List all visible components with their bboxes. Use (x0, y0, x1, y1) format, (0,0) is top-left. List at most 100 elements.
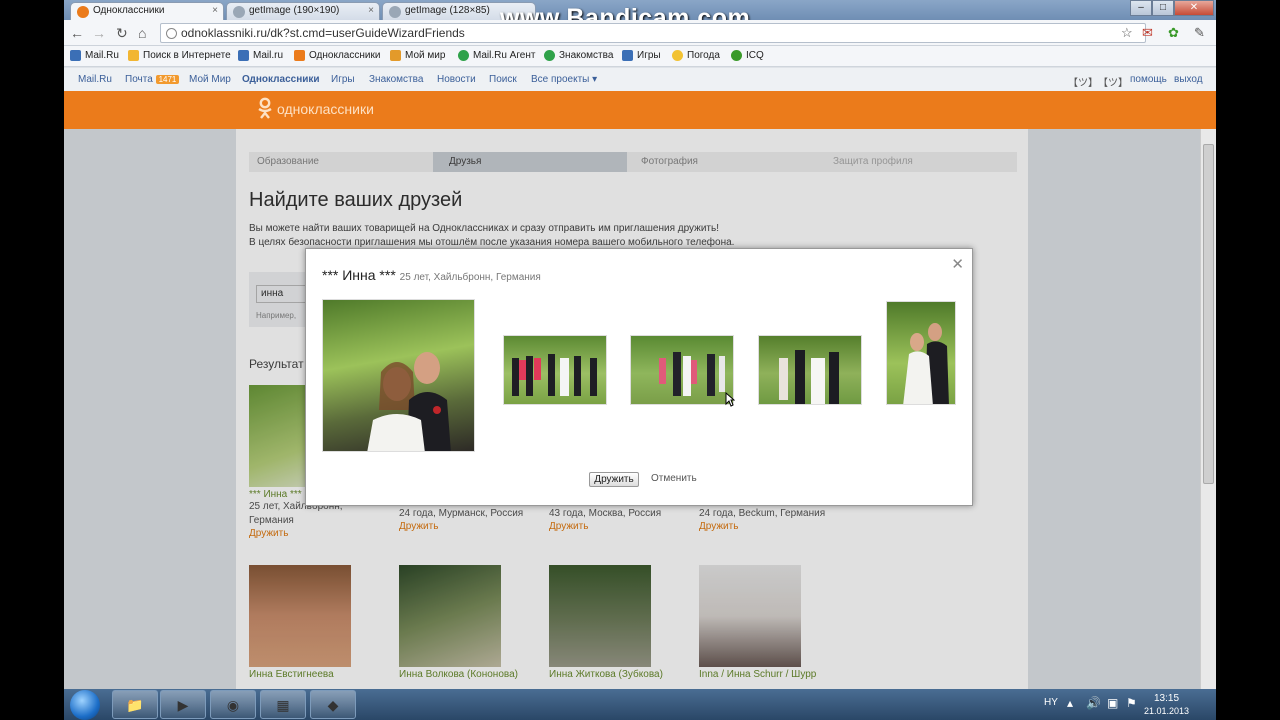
home-icon[interactable]: ⌂ (138, 25, 146, 41)
group-photo-icon (659, 352, 725, 396)
bookmarks-bar: Mail.Ru Поиск в Интернете Mail.ru Однокл… (64, 46, 1216, 67)
bookmark-label: ICQ (746, 50, 764, 61)
games-icon (622, 50, 633, 61)
keyboard-language[interactable]: HY (1044, 697, 1058, 708)
bookmark-label: Знакомства (559, 50, 614, 61)
bookmark-mailru[interactable]: Mail.Ru (70, 50, 119, 61)
chrome-task-icon[interactable]: ◉ (210, 690, 256, 719)
bookmark-weather[interactable]: Погода (672, 50, 720, 61)
bookmark-label: Мой мир (405, 50, 446, 61)
mailru-icon (238, 50, 249, 61)
forward-arrow-icon[interactable]: → (92, 25, 106, 41)
gallery-photo-1[interactable] (503, 335, 607, 405)
minimize-button[interactable]: – (1130, 0, 1152, 16)
tab-close-icon[interactable]: × (368, 5, 374, 16)
explorer-task-icon[interactable]: 📁 (112, 690, 158, 719)
up-arrow-icon[interactable]: ▴ (1067, 696, 1073, 710)
close-icon[interactable]: ✕ (951, 255, 964, 273)
portal-link-all-projects[interactable]: Все проекты ▾ (531, 74, 597, 85)
gallery-photo-3[interactable] (758, 335, 862, 405)
portal-link-news[interactable]: Новости (437, 74, 476, 85)
ok-icon (294, 50, 305, 61)
bookmark-label: Игры (637, 50, 661, 61)
my-world-icon (390, 50, 401, 61)
portal-link-dating[interactable]: Знакомства (369, 74, 423, 85)
tab-close-icon[interactable]: × (212, 5, 218, 16)
bookmark-label: Поиск в Интернете (143, 50, 231, 61)
page-scrollbar[interactable] (1200, 129, 1216, 689)
portal-link-label: Почта (125, 74, 153, 85)
group-photo-icon (779, 350, 839, 404)
cancel-link[interactable]: Отменить (651, 473, 697, 484)
gallery-photo-4[interactable] (886, 301, 956, 405)
star-icon[interactable]: ☆ (1121, 25, 1133, 41)
browser-tab-strip: Одноклассники × getImage (190×190) × get… (64, 0, 1216, 32)
app-task-icon[interactable]: ▦ (260, 690, 306, 719)
search-icon (128, 50, 139, 61)
tab-label: getImage (190×190) (249, 5, 340, 16)
window-close-button[interactable]: ✕ (1174, 0, 1214, 16)
couple-photo-icon (367, 352, 451, 451)
action-center-icon[interactable]: ⚑ (1126, 696, 1137, 710)
profile-preview-modal: ✕ *** Инна *** 25 лет, Хайльбронн, Герма… (305, 248, 973, 506)
group-photo-icon (512, 354, 597, 396)
volume-icon[interactable]: 🔊 (1086, 696, 1101, 710)
maximize-button[interactable]: □ (1152, 0, 1174, 16)
scrollbar-thumb[interactable] (1203, 144, 1214, 484)
bookmark-my-world[interactable]: Мой мир (390, 50, 445, 61)
tab-getimage-190[interactable]: getImage (190×190) × (226, 2, 380, 20)
mailru-icon (70, 50, 81, 61)
media-player-task-icon[interactable]: ▶ (160, 690, 206, 719)
tab-odnoklassniki[interactable]: Одноклассники × (70, 2, 224, 20)
portal-link-search[interactable]: Поиск (489, 74, 517, 85)
mail-extension-icon[interactable]: ✉ (1142, 25, 1153, 41)
clock-time[interactable]: 13:15 (1154, 693, 1179, 704)
modal-person-name: *** Инна *** (322, 267, 396, 283)
bookmark-games[interactable]: Игры (622, 50, 661, 61)
reload-icon[interactable]: ↻ (116, 25, 128, 42)
windows-start-button[interactable] (70, 690, 100, 720)
wrench-icon[interactable]: ✎ (1194, 25, 1205, 41)
bookmark-agent[interactable]: Mail.Ru Агент (458, 50, 535, 61)
logout-link[interactable]: выход (1174, 74, 1203, 85)
bookmark-mailru-2[interactable]: Mail.ru (238, 50, 283, 61)
ok-logo-icon[interactable] (257, 97, 273, 119)
help-link[interactable]: помощь (1130, 74, 1167, 85)
weather-icon (672, 50, 683, 61)
page-favicon-icon (233, 6, 245, 18)
modal-title: *** Инна *** 25 лет, Хайльбронн, Германи… (322, 267, 541, 283)
site-name[interactable]: одноклассники (277, 101, 374, 117)
bookmark-search[interactable]: Поиск в Интернете (128, 50, 231, 61)
portal-link-mailru[interactable]: Mail.Ru (78, 74, 112, 85)
agent-icon (458, 50, 469, 61)
url-text: odnoklassniki.ru/dk?st.cmd=userGuideWiza… (181, 26, 465, 40)
globe-icon (166, 28, 177, 39)
portal-link-games[interactable]: Игры (331, 74, 355, 85)
gallery-photo-2[interactable] (630, 335, 734, 405)
portal-link-my-world[interactable]: Мой Мир (189, 74, 231, 85)
network-icon[interactable]: ▣ (1107, 696, 1118, 710)
couple-photo-icon (903, 323, 949, 404)
portal-icon-1[interactable]: 【ツ】 (1068, 74, 1098, 89)
windows-taskbar: 📁 ▶ ◉ ▦ ◆ HY ▴ 🔊 ▣ ⚑ 13:15 21.01.2013 (64, 689, 1216, 720)
bookmark-label: Mail.Ru Агент (473, 50, 536, 61)
portal-link-mail[interactable]: Почта 1471 (125, 74, 180, 85)
icq-extension-icon[interactable]: ✿ (1168, 25, 1179, 41)
portal-nav: Mail.Ru Почта 1471 Мой Мир Одноклассники… (64, 68, 1216, 91)
tab-label: getImage (128×85) (405, 5, 490, 16)
bookmark-icq[interactable]: ICQ (731, 50, 764, 61)
portal-link-odnoklassniki[interactable]: Одноклассники (242, 74, 320, 85)
main-profile-photo[interactable] (322, 299, 475, 452)
bookmark-dating[interactable]: Знакомства (544, 50, 613, 61)
ok-favicon-icon (77, 6, 89, 18)
portal-icon-2[interactable]: 【ツ】 (1098, 74, 1128, 89)
address-bar[interactable]: odnoklassniki.ru/dk?st.cmd=userGuideWiza… (160, 23, 1146, 43)
dating-icon (544, 50, 555, 61)
back-arrow-icon[interactable]: ← (70, 25, 84, 41)
tab-label: Одноклассники (93, 5, 165, 16)
bookmark-odnoklassniki[interactable]: Одноклассники (294, 50, 380, 61)
mail-count-badge: 1471 (155, 75, 180, 84)
bandicam-task-icon[interactable]: ◆ (310, 690, 356, 719)
clock-date[interactable]: 21.01.2013 (1144, 706, 1189, 716)
befriend-button[interactable]: Дружить (589, 472, 639, 487)
